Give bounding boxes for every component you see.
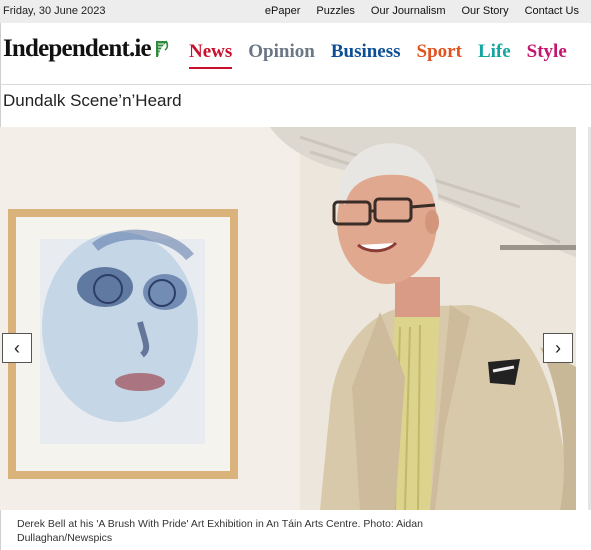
gallery-prev-button[interactable]: ‹ <box>2 333 32 363</box>
current-date: Friday, 30 June 2023 <box>3 5 106 17</box>
nav-life[interactable]: Life <box>478 41 511 69</box>
utility-bar: Friday, 30 June 2023 ePaper Puzzles Our … <box>0 0 591 23</box>
photo-caption: Derek Bell at his 'A Brush With Pride' A… <box>17 518 423 544</box>
header-divider <box>0 84 591 85</box>
site-logo[interactable]: Independent.ie <box>3 35 169 63</box>
nav-news[interactable]: News <box>189 41 233 69</box>
our-journalism-link[interactable]: Our Journalism <box>371 5 446 17</box>
chevron-left-icon: ‹ <box>14 337 20 358</box>
utility-links: ePaper Puzzles Our Journalism Our Story … <box>265 5 579 17</box>
harp-icon <box>155 40 169 57</box>
our-story-link[interactable]: Our Story <box>462 5 509 17</box>
logo-text: Independent.ie <box>3 35 152 62</box>
gallery-photo <box>0 127 576 510</box>
nav-business[interactable]: Business <box>331 41 401 69</box>
gallery-next-button[interactable]: › <box>543 333 573 363</box>
nav-opinion[interactable]: Opinion <box>248 41 315 69</box>
section-title: Dundalk Scene’n’Heard <box>3 91 182 110</box>
nav-sport[interactable]: Sport <box>417 41 462 69</box>
contact-us-link[interactable]: Contact Us <box>525 5 579 17</box>
main-nav: News Opinion Business Sport Life Style <box>189 41 567 69</box>
masthead: Independent.ie News Opinion Business Spo… <box>0 23 591 76</box>
chevron-right-icon: › <box>555 337 561 358</box>
epaper-link[interactable]: ePaper <box>265 5 300 17</box>
puzzles-link[interactable]: Puzzles <box>316 5 355 17</box>
nav-style[interactable]: Style <box>527 41 567 69</box>
photo-gallery: ‹ › <box>0 127 576 510</box>
